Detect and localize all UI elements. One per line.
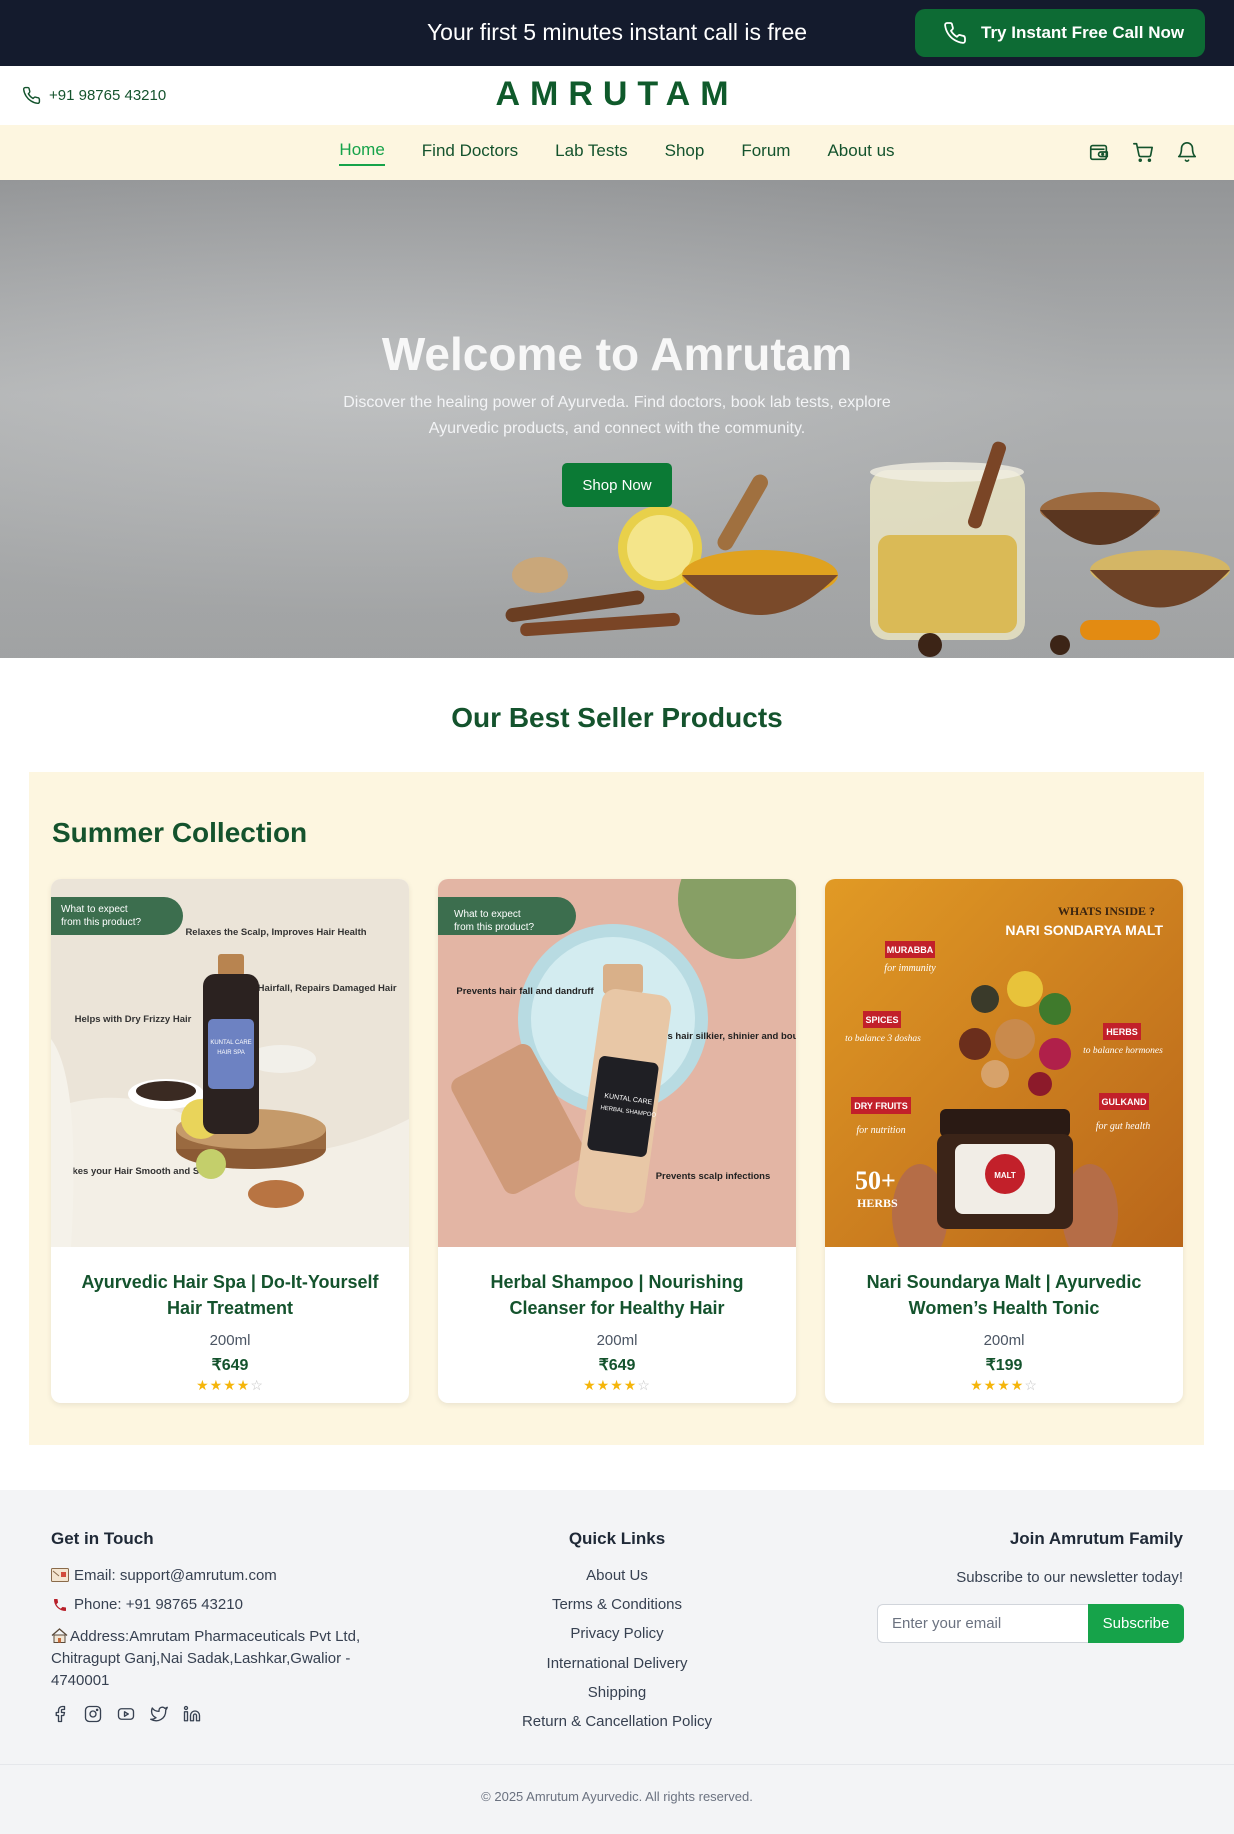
svg-text:for gut health: for gut health (1096, 1121, 1150, 1132)
svg-text:Relaxes the Scalp, Improves Ha: Relaxes the Scalp, Improves Hair Health (185, 927, 366, 938)
product-card[interactable]: What to expect from this product? Relaxe… (51, 879, 409, 1403)
footer-link-shipping[interactable]: Shipping (0, 1684, 1234, 1701)
svg-text:Prevents scalp infections: Prevents scalp infections (656, 1171, 771, 1182)
svg-text:HERBS: HERBS (1106, 1027, 1138, 1037)
summer-collection: Summer Collection What to expect from th… (29, 772, 1204, 1445)
nav-shop[interactable]: Shop (665, 141, 705, 165)
nav-about-us[interactable]: About us (827, 141, 894, 165)
hero-banner: Welcome to Amrutam Discover the healing … (0, 180, 1234, 658)
svg-text:DRY FRUITS: DRY FRUITS (854, 1101, 908, 1111)
product-name[interactable]: Nari Soundarya Malt | Ayurvedic Women’s … (841, 1269, 1167, 1321)
promo-banner: Your first 5 minutes instant call is fre… (0, 0, 1234, 66)
site-footer: Get in Touch Email: support@amrutum.com … (0, 1490, 1234, 1834)
copyright-text: © 2025 Amrutum Ayurvedic. All rights res… (481, 1789, 753, 1804)
product-rating: ★★★★☆ (196, 1377, 264, 1393)
instant-call-label: Try Instant Free Call Now (981, 23, 1185, 42)
product-image-herbal-shampoo: What to expect from this product? Preven… (438, 879, 796, 1247)
product-price: ₹649 (598, 1357, 636, 1374)
newsletter-email-input[interactable] (877, 1604, 1089, 1643)
product-rating: ★★★★☆ (970, 1377, 1038, 1393)
product-image-hair-spa: What to expect from this product? Relaxe… (51, 879, 409, 1247)
svg-text:Helps with Dry Frizzy Hair: Helps with Dry Frizzy Hair (75, 1014, 192, 1025)
svg-text:to balance hormones: to balance hormones (1083, 1046, 1163, 1056)
wallet-icon[interactable] (1088, 141, 1110, 163)
svg-text:Makes your Hair Smooth and Shi: Makes your Hair Smooth and Shiny (59, 1166, 219, 1177)
cart-icon[interactable] (1132, 141, 1154, 163)
product-price: ₹649 (211, 1357, 249, 1374)
product-rating: ★★★★☆ (583, 1377, 651, 1393)
bell-icon[interactable] (1176, 141, 1198, 163)
svg-text:HERBS: HERBS (857, 1196, 898, 1210)
product-size: 200ml (596, 1332, 638, 1349)
footer-link-international[interactable]: International Delivery (0, 1655, 1234, 1672)
main-nav: Home Find Doctors Lab Tests Shop Forum A… (0, 125, 1234, 180)
collection-title: Summer Collection (52, 817, 308, 848)
product-name[interactable]: Herbal Shampoo | Nourishing Cleanser for… (454, 1269, 780, 1321)
svg-text:What to expect: What to expect (61, 904, 128, 915)
svg-text:50+: 50+ (855, 1166, 896, 1195)
brand-logo[interactable]: AMRUTAM (0, 75, 1234, 114)
product-size: 200ml (209, 1332, 251, 1349)
product-price: ₹199 (985, 1357, 1023, 1374)
footer-link-returns[interactable]: Return & Cancellation Policy (0, 1713, 1234, 1730)
svg-text:GULKAND: GULKAND (1102, 1097, 1147, 1107)
subscribe-button[interactable]: Subscribe (1088, 1604, 1184, 1643)
nav-find-doctors[interactable]: Find Doctors (422, 141, 518, 165)
svg-text:MURABBA: MURABBA (887, 945, 934, 955)
svg-text:Prevents hair fall and dandruf: Prevents hair fall and dandruff (456, 986, 594, 997)
svg-text:WHATS INSIDE ?: WHATS INSIDE ? (1058, 904, 1155, 918)
footer-newsletter-subtitle: Subscribe to our newsletter today! (956, 1569, 1183, 1586)
best-seller-heading: Our Best Seller Products (451, 702, 783, 733)
svg-text:from this product?: from this product? (454, 922, 534, 933)
svg-text:for nutrition: for nutrition (856, 1125, 905, 1136)
svg-text:SPICES: SPICES (865, 1015, 898, 1025)
svg-text:for immunity: for immunity (884, 963, 936, 974)
nav-home[interactable]: Home (339, 140, 385, 166)
nav-lab-tests[interactable]: Lab Tests (555, 141, 627, 165)
svg-text:MALT: MALT (994, 1171, 1016, 1180)
phone-icon (943, 21, 967, 45)
svg-text:KUNTAL CARE: KUNTAL CARE (210, 1040, 251, 1046)
svg-text:to balance 3 doshas: to balance 3 doshas (845, 1034, 921, 1044)
footer-divider (0, 1764, 1234, 1765)
product-card[interactable]: What to expect from this product? Preven… (438, 879, 796, 1403)
footer-newsletter-title: Join Amrutum Family (1009, 1529, 1183, 1548)
shop-now-button[interactable]: Shop Now (562, 463, 672, 507)
hero-subtitle: Discover the healing power of Ayurveda. … (343, 394, 891, 437)
svg-text:What to expect: What to expect (454, 909, 521, 920)
site-header: +91 98765 43210 AMRUTAM (0, 66, 1234, 125)
svg-text:HAIR SPA: HAIR SPA (217, 1050, 245, 1056)
product-card[interactable]: WHATS INSIDE ? NARI SONDARYA MALT MURABB… (825, 879, 1183, 1403)
svg-text:from this product?: from this product? (61, 917, 141, 928)
instant-call-button[interactable]: Try Instant Free Call Now (915, 9, 1205, 57)
product-name[interactable]: Ayurvedic Hair Spa | Do-It-Yourself Hair… (67, 1269, 393, 1321)
product-image-nari-malt: WHATS INSIDE ? NARI SONDARYA MALT MURABB… (825, 879, 1183, 1247)
hero-title: Welcome to Amrutam (381, 328, 853, 380)
svg-text:NARI SONDARYA MALT: NARI SONDARYA MALT (1005, 922, 1163, 938)
nav-forum[interactable]: Forum (741, 141, 790, 165)
product-size: 200ml (983, 1332, 1025, 1349)
